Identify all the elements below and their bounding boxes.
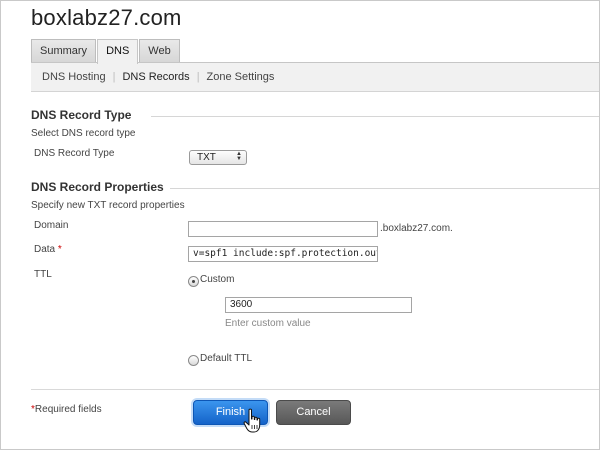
record-type-selected: TXT [197,152,216,163]
subnav-zone-settings[interactable]: Zone Settings [207,71,275,83]
footer-divider [31,389,599,390]
tab-summary[interactable]: Summary [31,39,97,63]
tab-dns[interactable]: DNS [97,39,139,64]
data-label-wrap: Data * [34,244,62,255]
required-star: * [57,244,62,255]
ttl-label: TTL [34,269,52,280]
subnav-separator: | [112,71,116,83]
record-type-select[interactable]: TXT ▲ ▼ [189,150,247,165]
section-divider [151,116,599,117]
tab-bar: Summary DNS Web [31,39,181,64]
ttl-default-label: Default TTL [200,353,253,364]
subnav-dns-hosting[interactable]: DNS Hosting [42,71,106,83]
ttl-input[interactable]: 3600 [225,297,412,313]
tab-web[interactable]: Web [139,39,180,63]
properties-hint: Specify new TXT record properties [31,200,185,211]
data-label: Data [34,244,56,255]
updown-arrows-icon: ▲ ▼ [236,151,242,162]
site-title: boxlabz27.com [31,5,182,30]
ttl-default-radio[interactable] [188,355,199,366]
record-type-hint: Select DNS record type [31,128,136,139]
record-type-label: DNS Record Type [34,148,115,159]
properties-heading: DNS Record Properties [31,180,164,194]
cancel-button[interactable]: Cancel [276,400,351,425]
section-divider [170,188,599,189]
domain-label: Domain [34,220,69,231]
domain-input[interactable] [188,221,378,237]
required-note-text: Required fields [34,404,102,415]
hand-pointer-icon [243,408,261,433]
subnav: DNS Hosting | DNS Records | Zone Setting… [31,62,599,92]
ttl-custom-radio[interactable] [188,276,199,287]
required-note: *Required fields [31,404,102,415]
domain-suffix: .boxlabz27.com. [380,223,453,234]
subnav-dns-records[interactable]: DNS Records [122,71,189,83]
ttl-helper-text: Enter custom value [225,318,311,329]
subnav-separator: | [196,71,200,83]
data-input[interactable]: v=spf1 include:spf.protection.outlook. [188,246,378,262]
record-type-heading: DNS Record Type [31,108,132,122]
ttl-custom-label: Custom [200,274,235,285]
